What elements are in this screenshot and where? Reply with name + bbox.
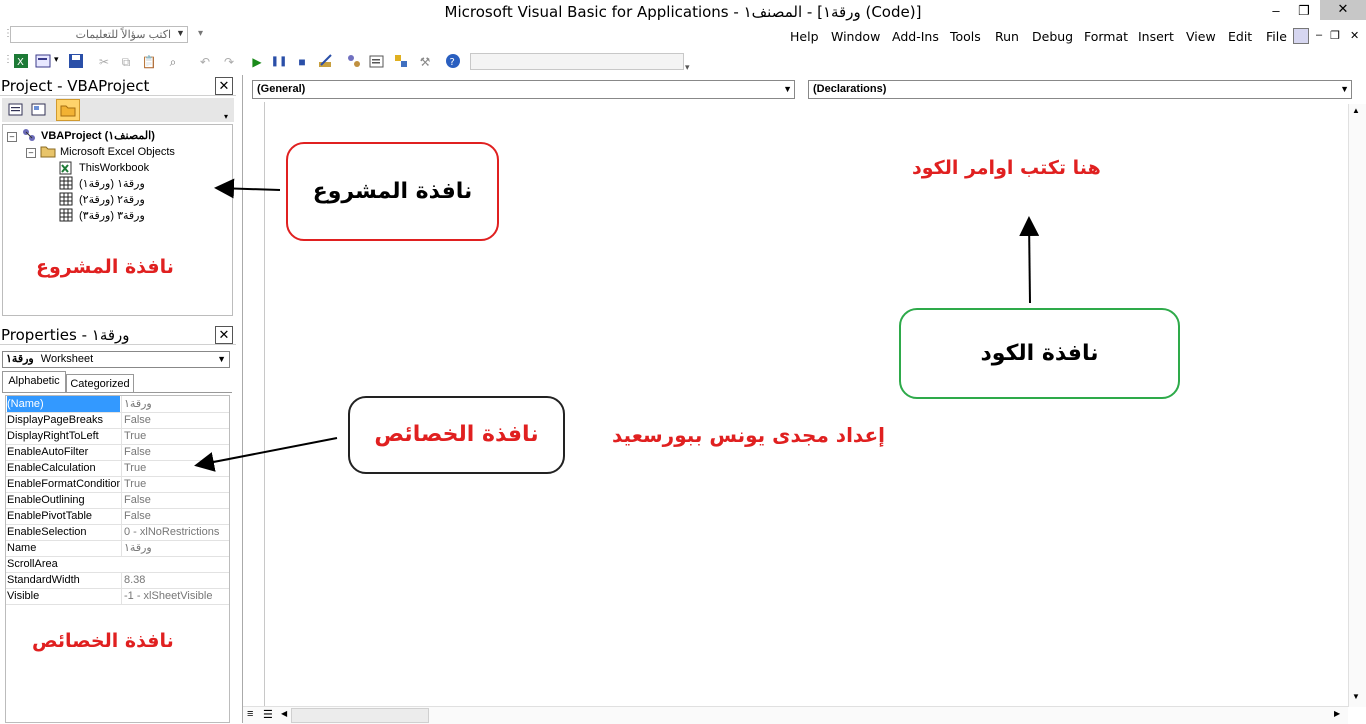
project-arrow <box>214 178 281 199</box>
code-arrow <box>1019 216 1040 304</box>
annotation-arrows <box>194 178 1040 472</box>
properties-arrow <box>194 437 338 472</box>
